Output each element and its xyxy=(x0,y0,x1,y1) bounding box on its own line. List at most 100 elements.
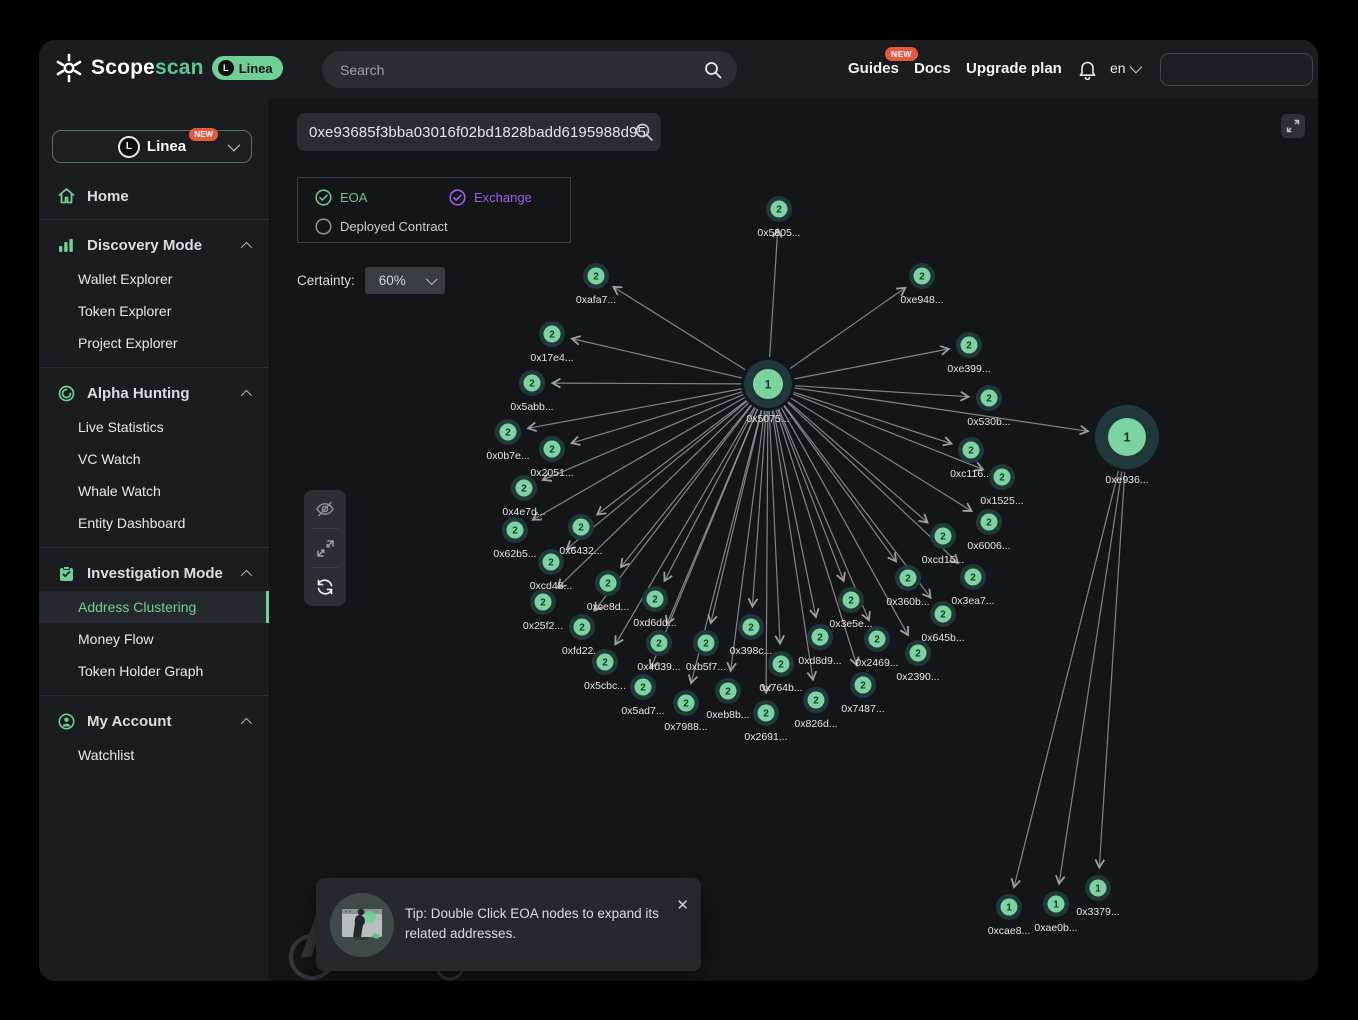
graph-node-0xe948...[interactable]: 20xe948... xyxy=(900,263,943,306)
graph-node-0x25f2...[interactable]: 20x25f2... xyxy=(523,589,563,632)
refresh-button[interactable] xyxy=(304,568,346,606)
address-search[interactable] xyxy=(297,113,661,151)
node-address-label: 0xcae8... xyxy=(988,925,1031,937)
sidebar-section-discovery-mode[interactable]: Discovery Mode xyxy=(39,228,269,263)
graph-node-0x4e7d...[interactable]: 20x4e7d... xyxy=(502,475,545,518)
legend-exchange[interactable]: Exchange xyxy=(449,189,532,206)
fit-view-button[interactable] xyxy=(304,529,346,567)
sidebar-item-watchlist[interactable]: Watchlist xyxy=(39,739,269,771)
graph-node-0x4d39...[interactable]: 20x4d39... xyxy=(637,630,680,673)
sidebar-item-money-flow[interactable]: Money Flow xyxy=(39,623,269,655)
graph-node-0x2390...[interactable]: 20x2390... xyxy=(896,640,939,683)
sidebar-section-label: Investigation Mode xyxy=(87,565,223,582)
close-icon[interactable]: ✕ xyxy=(676,896,689,914)
check-circle-icon xyxy=(449,189,466,206)
nav-upgrade-plan[interactable]: Upgrade plan xyxy=(966,60,1062,77)
graph-node-0x2691...[interactable]: 20x2691... xyxy=(744,700,787,743)
search-icon xyxy=(633,121,655,143)
graph-node-0x3ea7...[interactable]: 20x3ea7... xyxy=(951,564,994,607)
network-selector[interactable]: L Linea NEW xyxy=(52,130,252,163)
graph-canvas[interactable]: A 10x5075...10xe936...20x5805...20xafa7.… xyxy=(270,99,1318,981)
circle-icon xyxy=(315,218,332,235)
node-count: 2 xyxy=(919,272,925,283)
graph-node-0x3e5e...[interactable]: 20x3e5e... xyxy=(829,587,872,630)
sidebar-item-token-holder-graph[interactable]: Token Holder Graph xyxy=(39,655,269,687)
notifications-button[interactable] xyxy=(1078,59,1097,85)
divider xyxy=(39,547,269,548)
graph-node-0xeb8b...[interactable]: 20xeb8b... xyxy=(706,678,749,721)
graph-node-0x2051...[interactable]: 20x2051... xyxy=(530,436,573,479)
graph-node-0x0b7e...[interactable]: 20x0b7e... xyxy=(486,419,529,462)
sidebar-section-alpha-hunting[interactable]: Alpha Hunting xyxy=(39,376,269,411)
language-selector[interactable]: en xyxy=(1110,60,1139,76)
graph-node-0xe399...[interactable]: 20xe399... xyxy=(947,332,990,375)
fullscreen-button[interactable] xyxy=(1281,114,1305,138)
divider xyxy=(39,219,269,220)
sidebar-item-wallet-explorer[interactable]: Wallet Explorer xyxy=(39,263,269,295)
sidebar-item-home[interactable]: Home xyxy=(39,181,269,211)
node-address-label: 0xb5f7... xyxy=(686,661,726,673)
chain-badge: L Linea xyxy=(212,56,283,80)
global-search[interactable] xyxy=(322,51,737,88)
sidebar-item-entity-dashboard[interactable]: Entity Dashboard xyxy=(39,507,269,539)
sidebar-section-my-account[interactable]: My Account xyxy=(39,704,269,739)
nav-docs[interactable]: Docs xyxy=(914,60,951,77)
graph-node-0x5075...[interactable]: 10x5075... xyxy=(744,360,792,425)
node-address-label: 0x0b7e... xyxy=(486,450,529,462)
refresh-icon xyxy=(315,578,335,596)
graph-node-0x5805...[interactable]: 20x5805... xyxy=(757,196,800,239)
network-name: Linea NEW xyxy=(147,138,186,155)
graph-node-0x5abb...[interactable]: 20x5abb... xyxy=(510,370,553,413)
graph-node-0x6006...[interactable]: 20x6006... xyxy=(967,509,1010,552)
graph-node-0xe936...[interactable]: 10xe936... xyxy=(1095,405,1159,486)
chevron-down-icon xyxy=(1129,60,1142,73)
graph-node-0x7487...[interactable]: 20x7487... xyxy=(841,672,884,715)
graph-node-0xd6dd...[interactable]: 20xd6dd... xyxy=(633,586,676,629)
graph-node-0x360b...[interactable]: 20x360b... xyxy=(886,565,929,608)
search-input[interactable] xyxy=(340,62,703,78)
wallet-button[interactable] xyxy=(1160,53,1313,86)
node-address-label: 0x6432... xyxy=(559,545,602,557)
graph-node-0x530b...[interactable]: 20x530b... xyxy=(967,385,1010,428)
legend-eoa[interactable]: EOA xyxy=(315,189,367,206)
node-count: 2 xyxy=(529,379,535,390)
sidebar-item-address-clustering[interactable]: Address Clustering xyxy=(39,591,269,623)
node-count: 2 xyxy=(940,532,946,543)
bell-icon xyxy=(1078,59,1097,80)
sidebar: L Linea NEW Home Discovery Mode xyxy=(39,99,270,981)
graph-node-0x17e4...[interactable]: 20x17e4... xyxy=(530,321,573,364)
address-input[interactable] xyxy=(309,124,647,141)
linea-icon: L xyxy=(218,60,234,76)
sidebar-item-vc-watch[interactable]: VC Watch xyxy=(39,443,269,475)
graph-node-0x7988...[interactable]: 20x7988... xyxy=(664,690,707,733)
graph-node-0xafa7...[interactable]: 20xafa7... xyxy=(576,263,616,306)
graph-node-0x2469...[interactable]: 20x2469... xyxy=(855,626,898,669)
graph-node-0xcae8...[interactable]: 10xcae8... xyxy=(988,894,1031,937)
sidebar-item-whale-watch[interactable]: Whale Watch xyxy=(39,475,269,507)
graph-node-0xce8d...[interactable]: 20xce8d... xyxy=(587,570,630,613)
node-address-label: 0x530b... xyxy=(967,416,1010,428)
graph-node-0xfd22...[interactable]: 20xfd22... xyxy=(562,614,602,657)
legend-deployed-contract[interactable]: Deployed Contract xyxy=(315,218,448,235)
node-address-label: 0x7487... xyxy=(841,703,884,715)
graph-node-0xcd15...[interactable]: 20xcd15... xyxy=(922,523,965,566)
sidebar-item-project-explorer[interactable]: Project Explorer xyxy=(39,327,269,359)
graph-node-0xb5f7...[interactable]: 20xb5f7... xyxy=(686,630,726,673)
node-count: 1 xyxy=(1095,884,1101,895)
certainty-select[interactable]: 60% xyxy=(365,267,445,294)
graph-node-0x3379...[interactable]: 10x3379... xyxy=(1076,875,1119,918)
graph-node-0x62b5...[interactable]: 20x62b5... xyxy=(493,517,536,560)
node-count: 2 xyxy=(579,623,585,634)
graph-node-0x6432...[interactable]: 20x6432... xyxy=(559,514,602,557)
graph-node-0x5ad7...[interactable]: 20x5ad7... xyxy=(621,674,664,717)
graph-node-0xae0b...[interactable]: 10xae0b... xyxy=(1034,891,1077,934)
node-address-label: 0x360b... xyxy=(886,596,929,608)
sidebar-section-investigation-mode[interactable]: Investigation Mode xyxy=(39,556,269,591)
graph-edge xyxy=(1059,472,1122,884)
brand[interactable]: Scopescan L Linea xyxy=(55,53,283,83)
sidebar-item-live-statistics[interactable]: Live Statistics xyxy=(39,411,269,443)
hide-labels-button[interactable] xyxy=(304,490,346,528)
node-address-label: 0x7988... xyxy=(664,721,707,733)
sidebar-item-token-explorer[interactable]: Token Explorer xyxy=(39,295,269,327)
nav-guides[interactable]: NEW Guides xyxy=(848,60,899,77)
